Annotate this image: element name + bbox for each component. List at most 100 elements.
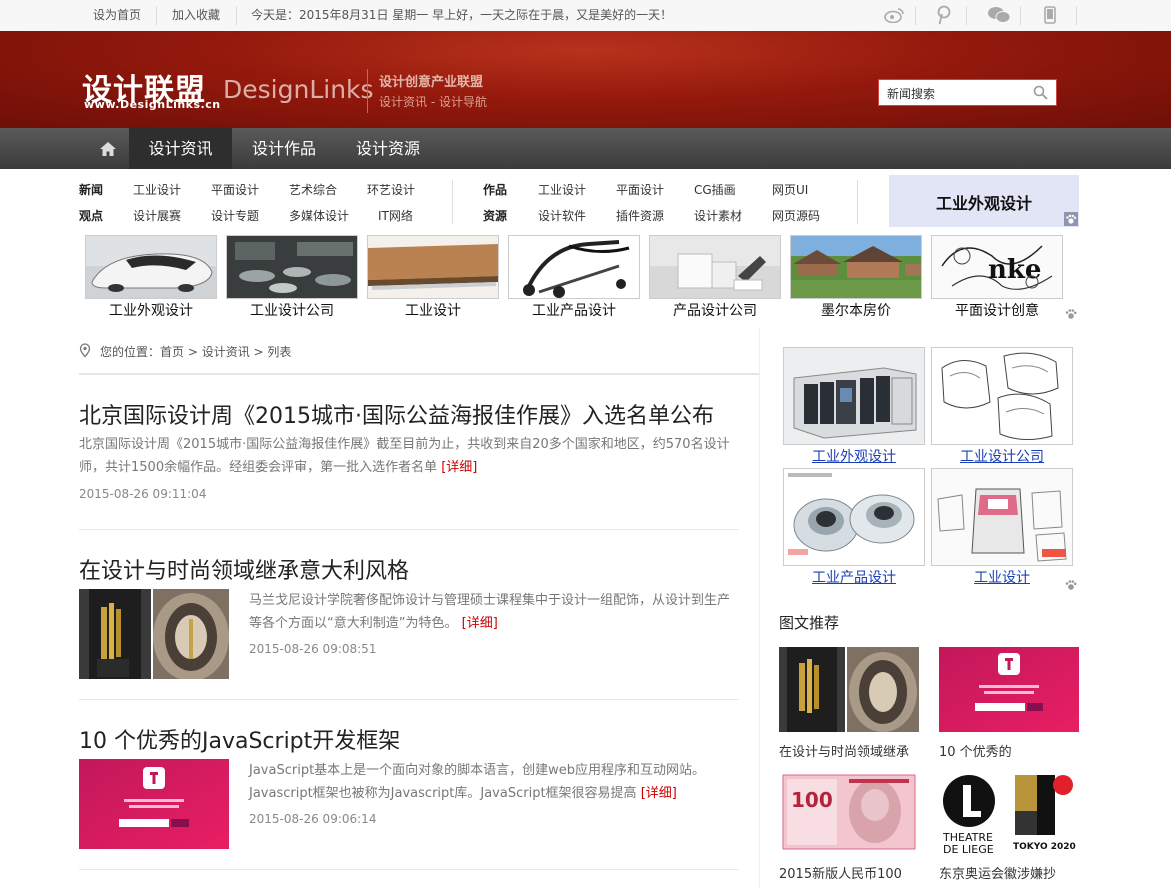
tagline-primary: 设计创意产业联盟 xyxy=(379,75,484,90)
article-divider xyxy=(79,869,739,870)
subnav-label: 新闻 xyxy=(79,183,104,197)
subnav-link[interactable]: 网页源码 xyxy=(772,207,820,224)
subnav-link[interactable]: 设计展赛 xyxy=(133,207,181,224)
read-more-link[interactable]: [详细] xyxy=(462,616,498,631)
article-date: 2015-08-26 09:08:51 xyxy=(249,642,377,656)
article-date: 2015-08-26 09:06:14 xyxy=(249,812,377,826)
breadcrumb-path[interactable]: 首页 > 设计资讯 > 列表 xyxy=(160,345,291,359)
breadcrumb: 您的位置：首页 > 设计资讯 > 列表 xyxy=(100,343,291,360)
thumb-image[interactable] xyxy=(226,235,358,299)
weibo-icon[interactable] xyxy=(882,3,906,27)
top-bar: 设为首页 加入收藏 今天是：2015年8月31日 星期一 早上好，一天之际在于晨… xyxy=(0,0,1171,32)
sidebar-caption[interactable]: 工业外观设计 xyxy=(783,446,925,466)
recommend-caption[interactable]: 在设计与时尚领域继承 xyxy=(779,741,909,760)
subnav-link[interactable]: 网页UI xyxy=(772,181,808,198)
thumb-caption[interactable]: 产品设计公司 xyxy=(649,300,781,320)
article-title[interactable]: 在设计与时尚领域继承意大利风格 xyxy=(79,553,409,585)
search-input[interactable]: 新闻搜索 xyxy=(887,85,935,102)
subnav-link[interactable]: CG插画 xyxy=(694,181,736,198)
thumb-caption[interactable]: 工业产品设计 xyxy=(508,300,640,320)
subnav-link[interactable]: 插件资源 xyxy=(616,207,664,224)
sidebar-image[interactable] xyxy=(931,468,1073,566)
breadcrumb-prefix: 您的位置： xyxy=(100,345,161,359)
recommend-image[interactable] xyxy=(939,647,1079,732)
article-title[interactable]: 10 个优秀的JavaScript开发框架 xyxy=(79,723,400,755)
divider xyxy=(236,6,237,25)
nav-item-design-works[interactable]: 设计作品 xyxy=(234,128,334,169)
article-divider xyxy=(79,699,739,700)
sidebar-image[interactable] xyxy=(783,347,925,445)
thumb-caption[interactable]: 工业外观设计 xyxy=(85,300,217,320)
thumb-image[interactable] xyxy=(85,235,217,299)
thumb-image[interactable] xyxy=(790,235,922,299)
subnav-link[interactable]: 平面设计 xyxy=(211,181,259,198)
divider xyxy=(1020,6,1021,25)
sidebar-caption[interactable]: 工业设计公司 xyxy=(931,446,1073,466)
subnav-link[interactable]: 设计软件 xyxy=(538,207,586,224)
thumb-image[interactable] xyxy=(367,235,499,299)
article-summary: 马兰戈尼设计学院奢侈配饰设计与管理硕士课程集中于设计一组配饰，从设计到生产等各个… xyxy=(249,589,741,635)
news-search-box[interactable]: 新闻搜索 xyxy=(878,79,1057,106)
subnav-link[interactable]: 工业设计 xyxy=(538,181,586,198)
divider xyxy=(857,180,858,224)
article-summary-text: 北京国际设计周《2015城市·国际公益海报佳作展》截至目前为止，共收到来自20多… xyxy=(79,437,730,475)
thumb-caption[interactable]: 工业设计 xyxy=(367,300,499,320)
divider xyxy=(452,180,453,224)
recommend-heading: 图文推荐 xyxy=(779,614,840,632)
read-more-link[interactable]: [详细] xyxy=(641,786,677,801)
svg-text:DE LIEGE: DE LIEGE xyxy=(943,843,994,856)
recommend-image[interactable] xyxy=(779,647,919,732)
read-more-link[interactable]: [详细] xyxy=(441,460,477,475)
thumb-image[interactable]: nke xyxy=(931,235,1063,299)
wechat-icon[interactable] xyxy=(987,3,1011,27)
subnav-link[interactable]: 多媒体设计 xyxy=(289,207,349,224)
subnav-link[interactable]: 设计素材 xyxy=(694,207,742,224)
article-thumbnail[interactable] xyxy=(79,759,229,849)
recommend-caption[interactable]: 东京奥运会徽涉嫌抄 xyxy=(939,863,1056,882)
ad-banner-text: 工业外观设计 xyxy=(935,194,1032,213)
thumb-image[interactable] xyxy=(649,235,781,299)
nav-item-design-resources[interactable]: 设计资源 xyxy=(338,128,438,169)
mobile-icon[interactable] xyxy=(1038,3,1062,27)
recommend-caption[interactable]: 2015新版人民币100 xyxy=(779,863,902,882)
thumb-caption[interactable]: 工业设计公司 xyxy=(226,300,358,320)
subnav-link[interactable]: IT网络 xyxy=(378,207,413,224)
subnav-label: 资源 xyxy=(483,209,508,223)
subnav-label: 作品 xyxy=(483,183,508,197)
article-summary: 北京国际设计周《2015城市·国际公益海报佳作展》截至目前为止，共收到来自20多… xyxy=(79,433,741,479)
article-thumbnail[interactable] xyxy=(79,589,229,679)
sidebar-image[interactable] xyxy=(783,468,925,566)
sidebar-divider xyxy=(759,328,760,888)
thumb-caption[interactable]: 墨尔本房价 xyxy=(790,300,922,320)
article-date: 2015-08-26 09:11:04 xyxy=(79,487,207,501)
logo-english: DesignLinks xyxy=(223,75,374,104)
header-divider xyxy=(367,69,368,113)
article-summary-text: JavaScript基本上是一个面向对象的脚本语言，创建web应用程序和互动网站… xyxy=(249,763,706,801)
recommend-caption[interactable]: 10 个优秀的 xyxy=(939,741,1012,760)
ad-banner[interactable]: 工业外观设计 xyxy=(889,175,1079,227)
subnav-link[interactable]: 环艺设计 xyxy=(367,181,415,198)
paw-icon xyxy=(1064,212,1078,226)
home-icon[interactable] xyxy=(86,128,129,169)
svg-text:TOKYO 2020: TOKYO 2020 xyxy=(1013,842,1076,852)
paw-icon xyxy=(1065,580,1077,590)
add-favorite-link[interactable]: 加入收藏 xyxy=(172,0,220,31)
article-title[interactable]: 北京国际设计周《2015城市·国际公益海报佳作展》入选名单公布 xyxy=(79,398,714,430)
breadcrumb-divider xyxy=(79,373,759,375)
sidebar-caption[interactable]: 工业产品设计 xyxy=(783,567,925,587)
recommend-image[interactable]: 100 xyxy=(779,771,919,856)
thumb-image[interactable] xyxy=(508,235,640,299)
pinterest-icon[interactable] xyxy=(932,3,956,27)
subnav-link[interactable]: 艺术综合 xyxy=(289,181,337,198)
main-nav: 设计资讯 设计作品 设计资源 xyxy=(0,128,1171,169)
nav-item-design-news[interactable]: 设计资讯 xyxy=(129,128,232,169)
set-homepage-link[interactable]: 设为首页 xyxy=(93,0,141,31)
sidebar-caption[interactable]: 工业设计 xyxy=(931,567,1073,587)
thumb-caption[interactable]: 平面设计创意 xyxy=(931,300,1063,320)
search-icon[interactable] xyxy=(1033,85,1048,104)
recommend-image[interactable]: THEATRE DE LIEGE TOKYO 2020 xyxy=(939,771,1079,856)
subnav-link[interactable]: 平面设计 xyxy=(616,181,664,198)
subnav-link[interactable]: 工业设计 xyxy=(133,181,181,198)
subnav-link[interactable]: 设计专题 xyxy=(211,207,259,224)
sidebar-image[interactable] xyxy=(931,347,1073,445)
